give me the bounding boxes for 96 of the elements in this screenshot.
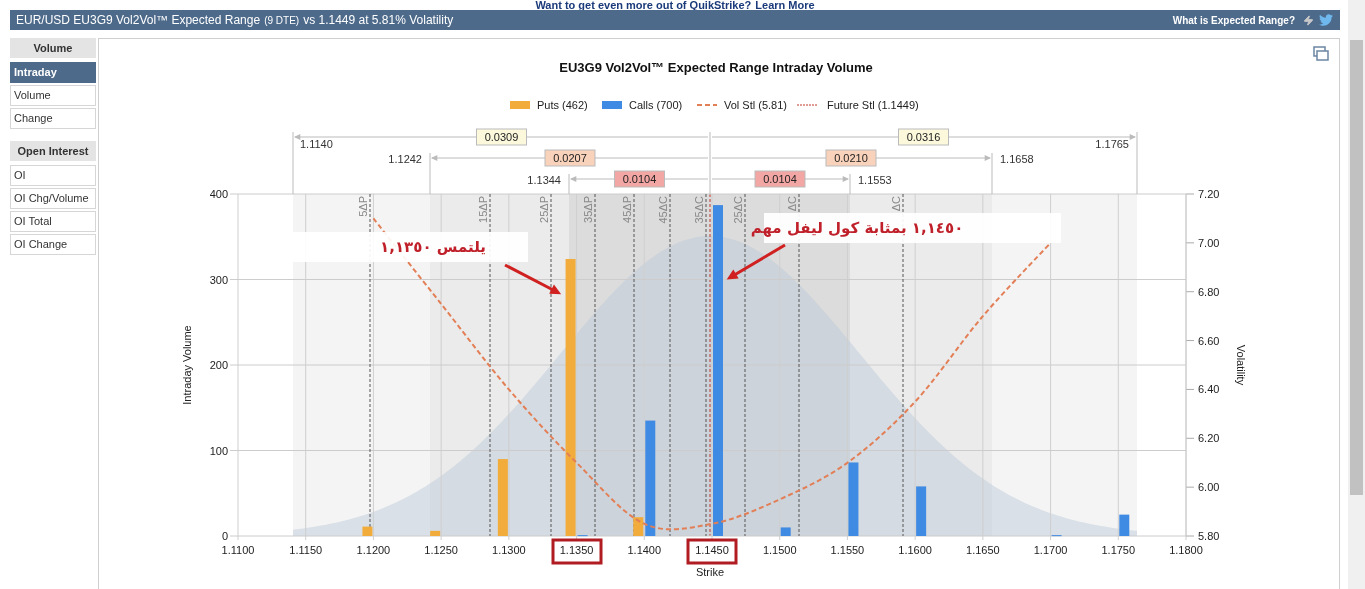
axis-tick-label: 6.40 [1198,383,1220,396]
legend-label[interactable]: Future Stl (1.1449) [827,99,919,111]
axis-tick-label: 1.1200 [356,544,391,556]
axis-title: Strike [695,566,725,578]
chart-title: EU3G9 Vol2Vol™ Expected Range Intraday Volume [559,60,873,75]
range-bound-label: 1.1553 [858,174,892,186]
callout-arrow [726,243,786,280]
legend-label[interactable]: Calls (700) [629,99,683,111]
range-bound-line [568,173,570,195]
sidebar-tab[interactable]: OI Total [10,211,96,232]
delta-label: 35ΔC [693,196,705,224]
callout-text: يلتمس ١,١٣٥٠ [380,238,486,256]
delta-label: 25ΔC [732,196,744,224]
range-bound-line [709,131,711,195]
scrollbar-thumb[interactable] [1350,40,1363,495]
sidebar-tab[interactable]: OI Change [10,234,96,255]
range-bound-label: 1.1658 [1000,153,1034,165]
range-width-label: 0.0207 [544,149,596,167]
callout-arrow [504,263,562,295]
axis-tick-label: 6.00 [1198,481,1220,494]
windows-icon[interactable] [1313,46,1329,61]
sidebar-tab[interactable]: OI Chg/Volume [10,188,96,209]
delta-label: 15ΔP [477,196,489,223]
help-link[interactable]: What is Expected Range? [1172,12,1295,28]
sidebar-tab[interactable]: Volume [10,85,96,106]
delta-label: ΔC [786,196,798,212]
range-bound-label: 1.1344 [527,174,561,186]
axis-tick-label: 6.60 [1198,334,1220,347]
delta-label: 35ΔP [582,196,594,223]
axis-tick-label: 6.80 [1198,285,1220,298]
axis-tick-label: 1.1550 [830,544,865,556]
axis-tick-label: 1.1350 [559,544,594,556]
delta-label: 25ΔP [538,196,550,223]
sidebar-tab[interactable]: Change [10,108,96,129]
axis-tick-label: 100 [209,444,228,457]
put-bar [362,526,373,536]
put-bar [633,517,644,536]
range-bound-line [292,131,294,195]
days-to-expiry: (9 DTE) [264,13,300,28]
axis-tick-label: 1.1400 [627,544,662,556]
axis-tick-label: 7.00 [1198,236,1220,249]
axis-tick-label: 400 [209,188,228,200]
axis-tick-label: 1.1700 [1033,544,1068,556]
range-width-label: 0.0104 [614,170,665,188]
axis-tick-label: 1.1500 [762,544,797,556]
axis-tick-label: 1.1650 [966,544,1000,556]
range-width-label: 0.0104 [754,170,806,188]
axis-tick-label: 1.1250 [424,544,458,556]
axis-title: Intraday Volume [181,325,193,405]
axis-tick-label: 1.1450 [695,544,729,556]
sidebar-heading: Open Interest [10,141,96,161]
sidebar-tab[interactable]: Intraday [10,62,96,83]
delta-label: 45ΔP [621,196,633,223]
legend-label[interactable]: Vol Stl (5.81) [724,99,787,111]
range-bound-line [1136,131,1138,195]
axis-tick-label: 1.1600 [898,544,932,556]
axis-tick-label: 6.20 [1198,432,1220,445]
range-bound-line [991,152,993,195]
axis-tick-label: 5.80 [1198,530,1220,542]
highlight-frame [686,538,738,565]
axis-tick-label: 7.20 [1198,188,1220,200]
range-bound-label: 1.1242 [388,153,422,165]
range-bound-line [429,152,431,195]
range-width-label: 0.0316 [898,128,949,146]
lightning-icon[interactable] [1303,14,1314,26]
scrollbar[interactable] [1348,0,1365,589]
call-bar [1119,514,1130,536]
callout-text: ١,١٤٥٠ بمثابة كول ليفل مهم [750,219,964,237]
range-bound-label: 1.1765 [1095,138,1129,150]
range-width-label: 0.0309 [476,128,527,146]
range-bound-line [849,173,851,195]
axis-tick-label: 1.1100 [221,544,255,556]
axis-tick-label: 1.1300 [492,544,526,556]
highlight-frame [551,538,603,565]
delta-label: ΔC [890,196,902,212]
sidebar-tab[interactable]: OI [10,165,96,186]
twitter-icon[interactable] [1318,13,1334,27]
page-title: EUR/USD EU3G9 Vol2Vol™ Expected Range [16,12,261,29]
page-subtitle: vs 1.1449 at 5.81% Volatility [303,12,454,29]
sidebar-heading: Volume [10,38,96,58]
learn-more-link[interactable]: Learn More [755,0,815,10]
range-width-label: 0.0210 [825,149,877,167]
axis-tick-label: 0 [221,530,228,542]
legend-label[interactable]: Puts (462) [537,99,588,111]
axis-tick-label: 200 [209,359,228,371]
call-bar [780,527,791,536]
axis-tick-label: 1.1750 [1101,544,1136,556]
axis-tick-label: 1.1800 [1169,544,1203,556]
axis-title: Volatility [1235,344,1247,386]
range-bound-label: 1.1140 [300,138,333,150]
axis-tick-label: 1.1150 [289,544,323,556]
axis-tick-label: 300 [209,273,228,286]
call-bar [916,486,927,536]
delta-label: 45ΔC [657,196,669,224]
delta-label: 5ΔP [357,196,369,217]
put-bar [430,530,441,536]
